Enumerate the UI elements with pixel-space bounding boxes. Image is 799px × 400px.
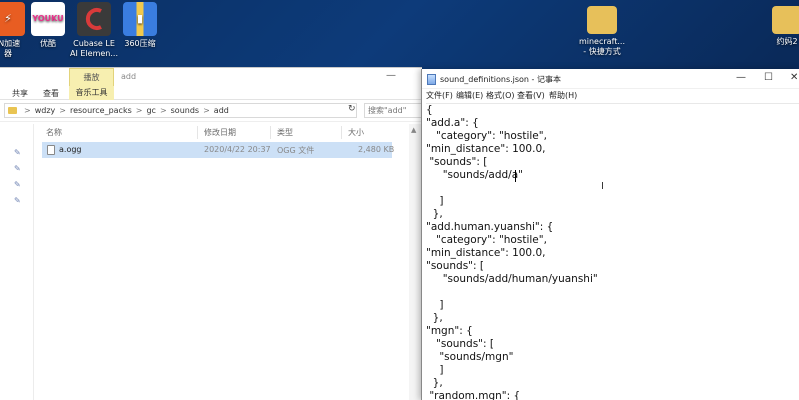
text-line: }, [426,377,443,389]
menu-help[interactable]: 帮助(H) [549,90,577,101]
text-line: "add.a": { [426,117,479,129]
text-line: "min_distance": 100.0, [426,143,546,155]
pin-icon[interactable]: ✎ [14,164,21,173]
search-input[interactable]: 搜索"add" [364,103,422,118]
tab-play[interactable]: 播放 [69,68,114,86]
file-modified: 2020/4/22 20:37 [204,145,271,154]
tab-music-tools[interactable]: 音乐工具 [69,86,114,100]
desktop-icon-minecraft-shortcut[interactable]: minecraft... - 快捷方式 [572,4,632,57]
breadcrumb-separator: > [159,106,167,115]
column-header-size[interactable]: 大小 [348,127,364,138]
text-line: "min_distance": 100.0, [426,247,546,259]
audio-file-icon [47,145,55,155]
desktop-icon-label: 约妈2 [776,37,798,46]
desktop-icon-label: 360压缩 [124,39,156,48]
vertical-scrollbar[interactable]: ▲ [409,124,421,400]
column-header-modified[interactable]: 修改日期 [204,127,236,138]
address-bar-row: > wdzy > resource_packs > gc > sounds > … [0,100,422,122]
menu-view[interactable]: 查看(V) [517,90,545,101]
text-line: "add.human.yuanshi": { [426,221,554,233]
menu-format[interactable]: 格式(O) [486,90,515,101]
pin-icon[interactable]: ✎ [14,180,21,189]
file-type: OGG 文件 [277,146,315,155]
ribbon-tabs: 共享 查看 音乐工具 [0,86,422,100]
breadcrumb-item-resource-packs[interactable]: resource_packs [70,106,132,115]
text-line: "mgn": { [426,325,473,337]
minimize-button[interactable]: — [386,70,396,81]
text-line: "sounds/add/human/yuanshi" [426,273,598,285]
cubase-app-icon [77,2,111,36]
breadcrumb-item-sounds[interactable]: sounds [171,106,199,115]
breadcrumb-separator: > [203,106,210,115]
tab-share[interactable]: 共享 [12,88,28,99]
text-line: "sounds": [ [426,260,484,272]
text-line: "sounds/add/a" [426,169,523,181]
minimize-button[interactable]: — [736,72,746,83]
column-header-name[interactable]: 名称 [46,127,62,138]
breadcrumb-item-add[interactable]: add [214,106,229,115]
column-divider[interactable] [197,126,198,139]
folder-shortcut-icon [587,6,617,34]
notepad-titlebar: sound_definitions.json - 记事本 — ☐ ✕ [422,69,799,89]
text-line: "sounds": [ [426,156,488,168]
breadcrumb-separator: > [135,106,143,115]
desktop-icon-label: minecraft... - 快捷方式 [578,37,626,56]
text-line: "category": "hostile", [426,234,547,246]
file-size: 2,480 KB [358,145,395,154]
text-line: { [426,104,433,116]
text-editor-area[interactable]: { "add.a": { "category": "hostile", "min… [426,103,799,400]
window-title: add [121,72,137,81]
desktop-icon-folder[interactable]: 约妈2 [757,4,799,47]
folder-icon [8,107,17,114]
file-name: a.ogg [59,145,82,154]
text-line: ] [426,299,444,311]
window-title: sound_definitions.json - 记事本 [440,75,561,84]
close-button[interactable]: ✕ [790,72,798,83]
navigation-pane: ✎ ✎ ✎ ✎ [0,124,34,400]
scroll-up-icon[interactable]: ▲ [411,126,416,134]
pin-icon[interactable]: ✎ [14,196,21,205]
breadcrumb-item-wdzy[interactable]: wdzy [35,106,56,115]
column-divider[interactable] [341,126,342,139]
text-line: "sounds/mgn" [426,351,514,363]
menu-edit[interactable]: 编辑(E) [456,90,483,101]
breadcrumb-separator: > [24,106,31,115]
text-line: ] [426,195,444,207]
maximize-button[interactable]: ☐ [764,72,773,83]
breadcrumb-separator: > [59,106,66,115]
notepad-app-icon [427,74,436,85]
menu-bar: 文件(F) 编辑(E) 格式(O) 查看(V) 帮助(H) [422,89,799,103]
text-caret [515,170,516,182]
tab-view[interactable]: 查看 [43,88,59,99]
column-divider[interactable] [270,126,271,139]
file-list-header: 名称 修改日期 类型 大小 [40,124,400,141]
notepad-window: sound_definitions.json - 记事本 — ☐ ✕ 文件(F)… [421,69,799,400]
breadcrumb-item-gc[interactable]: gc [146,106,155,115]
text-line: }, [426,312,443,324]
text-line: "category": "hostile", [426,130,547,142]
pin-icon[interactable]: ✎ [14,148,21,157]
breadcrumb[interactable]: > wdzy > resource_packs > gc > sounds > … [4,103,357,118]
explorer-titlebar: 播放 add — [0,68,422,86]
text-line: ] [426,364,444,376]
refresh-icon[interactable]: ↻ [348,104,356,114]
text-line: }, [426,208,443,220]
youku-app-icon: YOUKU [31,2,65,36]
table-row[interactable]: a.ogg 2020/4/22 20:37 OGG 文件 2,480 KB [42,142,395,158]
menu-file[interactable]: 文件(F) [426,90,453,101]
column-header-type[interactable]: 类型 [277,127,293,138]
zip-archive-icon: ▮ [123,2,157,36]
text-line: "random.mgn": { [426,390,521,400]
desktop-icon-360zip[interactable]: ▮ 360压缩 [110,0,170,49]
file-explorer-window: 播放 add — 共享 查看 音乐工具 > wdzy > resource_pa… [0,67,422,400]
ibeam-cursor-icon: I [601,181,604,192]
folder-icon [772,6,799,34]
text-line: "sounds": [ [426,338,494,350]
